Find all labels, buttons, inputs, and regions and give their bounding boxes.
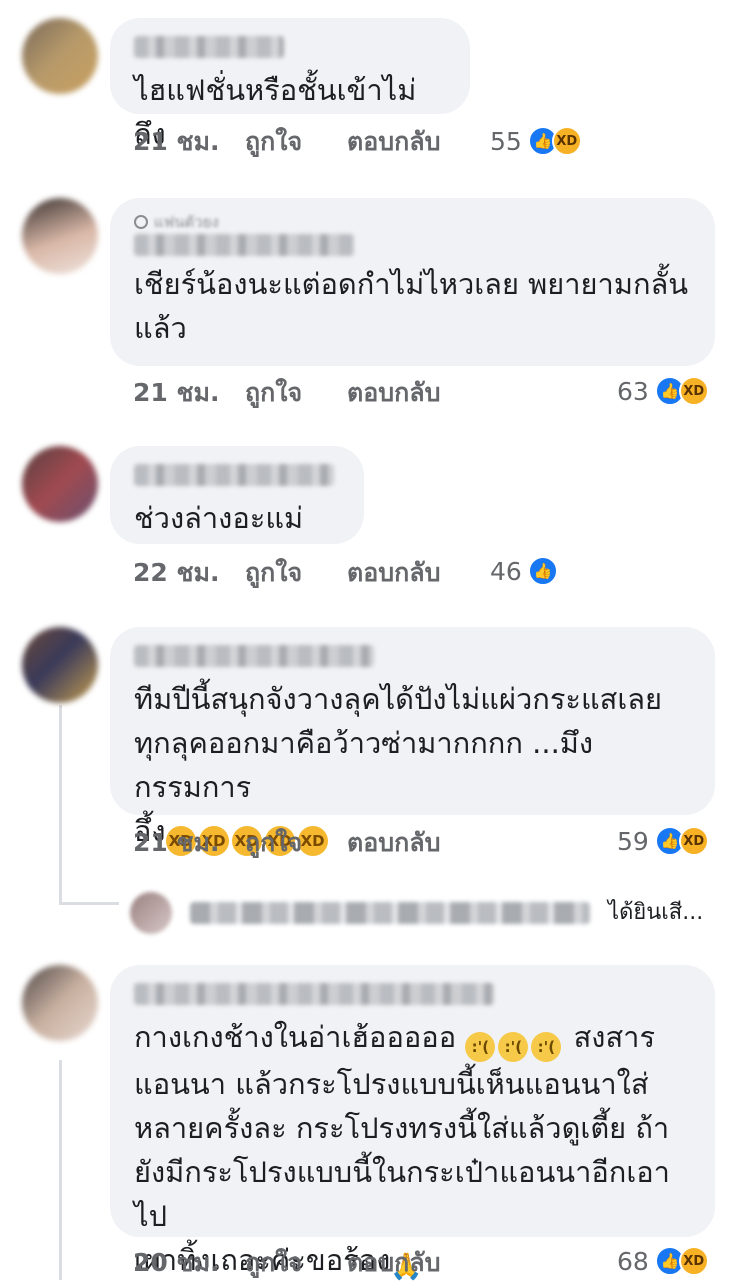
comment-bubble: ช่วงล่างอะแม่	[110, 446, 364, 544]
commenter-name[interactable]	[134, 983, 494, 1005]
reaction-summary[interactable]: 63 👍 XD	[617, 371, 709, 411]
like-button[interactable]: ถูกใจ	[245, 122, 347, 162]
like-button[interactable]: ถูกใจ	[245, 373, 347, 413]
reply-preview[interactable]: ได้ยินเสี...	[130, 890, 710, 936]
comment-actions: 21 ชม. ถูกใจ ตอบกลับ	[133, 823, 440, 863]
commenter-name[interactable]	[134, 645, 374, 667]
reaction-summary[interactable]: 68 👍 XD	[617, 1241, 709, 1281]
comment-bubble: ทีมปีนี้สนุกจังวางลุคได้ปังไม่แผ่วกระแสเ…	[110, 627, 715, 856]
sad-tear-emoji: :'(	[465, 1032, 496, 1062]
like-button[interactable]: ถูกใจ	[245, 553, 347, 593]
like-icon: 👍	[527, 556, 558, 586]
comment-text-body: กางเกงช้างในอ่าเฮ้อออออ	[134, 1020, 457, 1054]
haha-icon: XD	[678, 826, 709, 856]
timestamp[interactable]: 21 ชม.	[133, 373, 245, 413]
reply-avatar	[130, 892, 172, 934]
reply-button[interactable]: ตอบกลับ	[347, 1243, 440, 1283]
haha-icon: XD	[678, 376, 709, 406]
comment-text: ช่วงล่างอะแม่	[134, 501, 304, 535]
top-fan-badge: แฟนตัวยง	[154, 213, 219, 231]
timestamp[interactable]: 21 ชม.	[133, 823, 245, 863]
avatar[interactable]	[22, 18, 98, 94]
timestamp[interactable]: 21 ชม.	[133, 122, 245, 162]
commenter-name[interactable]	[134, 464, 334, 486]
thread-line-curve	[59, 902, 119, 905]
reaction-count: 63	[617, 376, 649, 406]
reply-button[interactable]: ตอบกลับ	[347, 823, 440, 863]
comment-text: กางเกงช้างในอ่าเฮ้อออออ :'(:'(:'( สงสาร …	[134, 1015, 691, 1282]
reaction-summary[interactable]: 55 👍 XD	[490, 121, 582, 161]
like-button[interactable]: ถูกใจ	[245, 1243, 347, 1283]
comment-text: เชียร์น้องนะแต่อดกำไม่ไหวเลย พยายามกลั้น…	[134, 267, 689, 345]
reply-button[interactable]: ตอบกลับ	[347, 373, 440, 413]
comment-actions: 22 ชม. ถูกใจ ตอบกลับ	[133, 553, 440, 593]
sad-tear-emoji: :'(	[498, 1032, 529, 1062]
commenter-name[interactable]	[134, 36, 284, 58]
reaction-count: 55	[490, 126, 522, 156]
comment-bubble: กางเกงช้างในอ่าเฮ้อออออ :'(:'(:'( สงสาร …	[110, 965, 715, 1282]
avatar[interactable]	[22, 627, 98, 703]
avatar[interactable]	[22, 446, 98, 522]
reaction-summary[interactable]: 46 👍	[490, 551, 558, 591]
reply-preview-text: ได้ยินเสี...	[608, 900, 704, 925]
reply-name-blur	[190, 902, 590, 924]
comment-text-body-2: สงสาร แอนนา แล้วกระโปรงแบบนี้เห็นแอนนาใส…	[134, 1020, 670, 1277]
reply-button[interactable]: ตอบกลับ	[347, 553, 440, 593]
sad-tear-emoji: :'(	[531, 1032, 562, 1062]
reaction-summary[interactable]: 59 👍 XD	[617, 821, 709, 861]
comment-actions: 21 ชม. ถูกใจ ตอบกลับ	[133, 122, 440, 162]
comment-bubble: แฟนตัวยง เชียร์น้องนะแต่อดกำไม่ไหวเลย พย…	[110, 198, 715, 366]
haha-icon: XD	[551, 126, 582, 156]
reaction-count: 59	[617, 826, 649, 856]
globe-icon	[134, 215, 148, 229]
timestamp[interactable]: 22 ชม.	[133, 553, 245, 593]
timestamp[interactable]: 20 ชม.	[133, 1243, 245, 1283]
avatar[interactable]	[22, 198, 98, 274]
thread-line	[59, 705, 62, 905]
comment-actions: 20 ชม. ถูกใจ ตอบกลับ	[133, 1243, 440, 1283]
comment-bubble: ไฮแฟชั่นหรือชั้นเข้าไม่ถึง	[110, 18, 470, 151]
avatar[interactable]	[22, 965, 98, 1041]
comment-actions: 21 ชม. ถูกใจ ตอบกลับ	[133, 373, 440, 413]
reply-button[interactable]: ตอบกลับ	[347, 122, 440, 162]
badge-line: แฟนตัวยง	[134, 212, 691, 232]
thread-line	[59, 1060, 62, 1280]
commenter-name[interactable]	[134, 234, 354, 256]
like-button[interactable]: ถูกใจ	[245, 823, 347, 863]
haha-icon: XD	[678, 1246, 709, 1276]
reaction-count: 46	[490, 556, 522, 586]
reaction-count: 68	[617, 1246, 649, 1276]
